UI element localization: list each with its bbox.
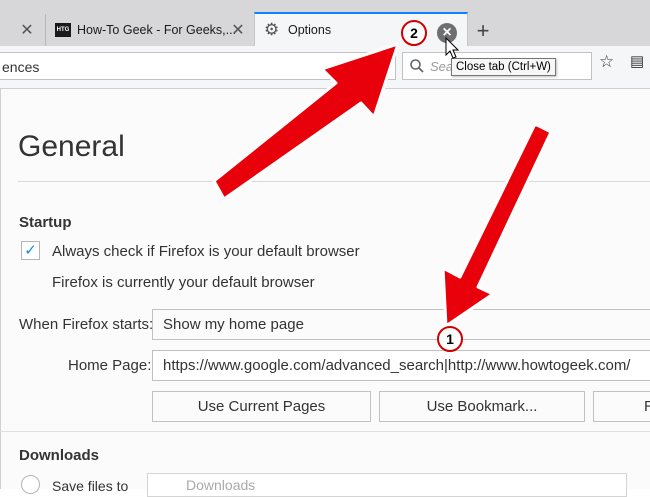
- close-icon[interactable]: ✕: [20, 23, 34, 39]
- default-browser-label: Always check if Firefox is your default …: [52, 243, 360, 260]
- tab-options[interactable]: ⚙ Options: [254, 12, 468, 48]
- url-bar[interactable]: ences: [0, 52, 396, 80]
- restore-default-button[interactable]: R: [593, 391, 650, 422]
- divider: [0, 431, 650, 432]
- default-browser-status: Firefox is currently your default browse…: [52, 274, 315, 291]
- download-folder-value: Downloads: [186, 477, 256, 493]
- new-tab-button[interactable]: +: [472, 20, 494, 42]
- default-browser-checkbox[interactable]: ✓: [21, 241, 40, 260]
- close-tab-button[interactable]: ×: [437, 23, 457, 43]
- tab-previous[interactable]: ✕: [0, 14, 42, 46]
- gear-icon: ⚙: [264, 20, 280, 39]
- home-page-label: Home Page:: [68, 357, 152, 374]
- use-current-pages-button[interactable]: Use Current Pages: [152, 391, 371, 422]
- page-title: General: [18, 130, 125, 163]
- when-firefox-starts-label: When Firefox starts:: [19, 316, 154, 333]
- close-icon[interactable]: ✕: [231, 23, 245, 39]
- search-placeholder: Sea: [430, 59, 454, 74]
- startup-heading: Startup: [19, 214, 72, 231]
- divider: [18, 181, 650, 182]
- htg-favicon-icon: HTG: [55, 23, 71, 37]
- when-firefox-starts-select[interactable]: Show my home page: [152, 309, 650, 340]
- home-page-input[interactable]: https://www.google.com/advanced_search|h…: [152, 350, 650, 381]
- save-files-radio[interactable]: [21, 475, 40, 494]
- tab-title: How-To Geek - For Geeks,...: [77, 23, 237, 37]
- search-icon: [410, 59, 424, 73]
- tab-how-to-geek[interactable]: HTG How-To Geek - For Geeks,... ✕: [45, 14, 251, 46]
- downloads-heading: Downloads: [19, 447, 100, 464]
- tab-strip: ✕ HTG How-To Geek - For Geeks,... ✕ ⚙ Op…: [0, 0, 650, 48]
- sidebar-divider: [0, 89, 1, 489]
- library-icon[interactable]: ▤: [630, 52, 644, 70]
- annotation-badge-2: 2: [401, 20, 427, 46]
- save-files-label: Save files to: [52, 478, 129, 494]
- use-bookmark-button[interactable]: Use Bookmark...: [379, 391, 585, 422]
- close-tab-tooltip: Close tab (Ctrl+W): [451, 58, 556, 76]
- annotation-badge-1: 1: [437, 326, 463, 352]
- download-folder-field[interactable]: Downloads: [147, 473, 627, 497]
- tab-title: Options: [288, 23, 332, 37]
- bookmark-star-icon[interactable]: ☆: [599, 52, 614, 72]
